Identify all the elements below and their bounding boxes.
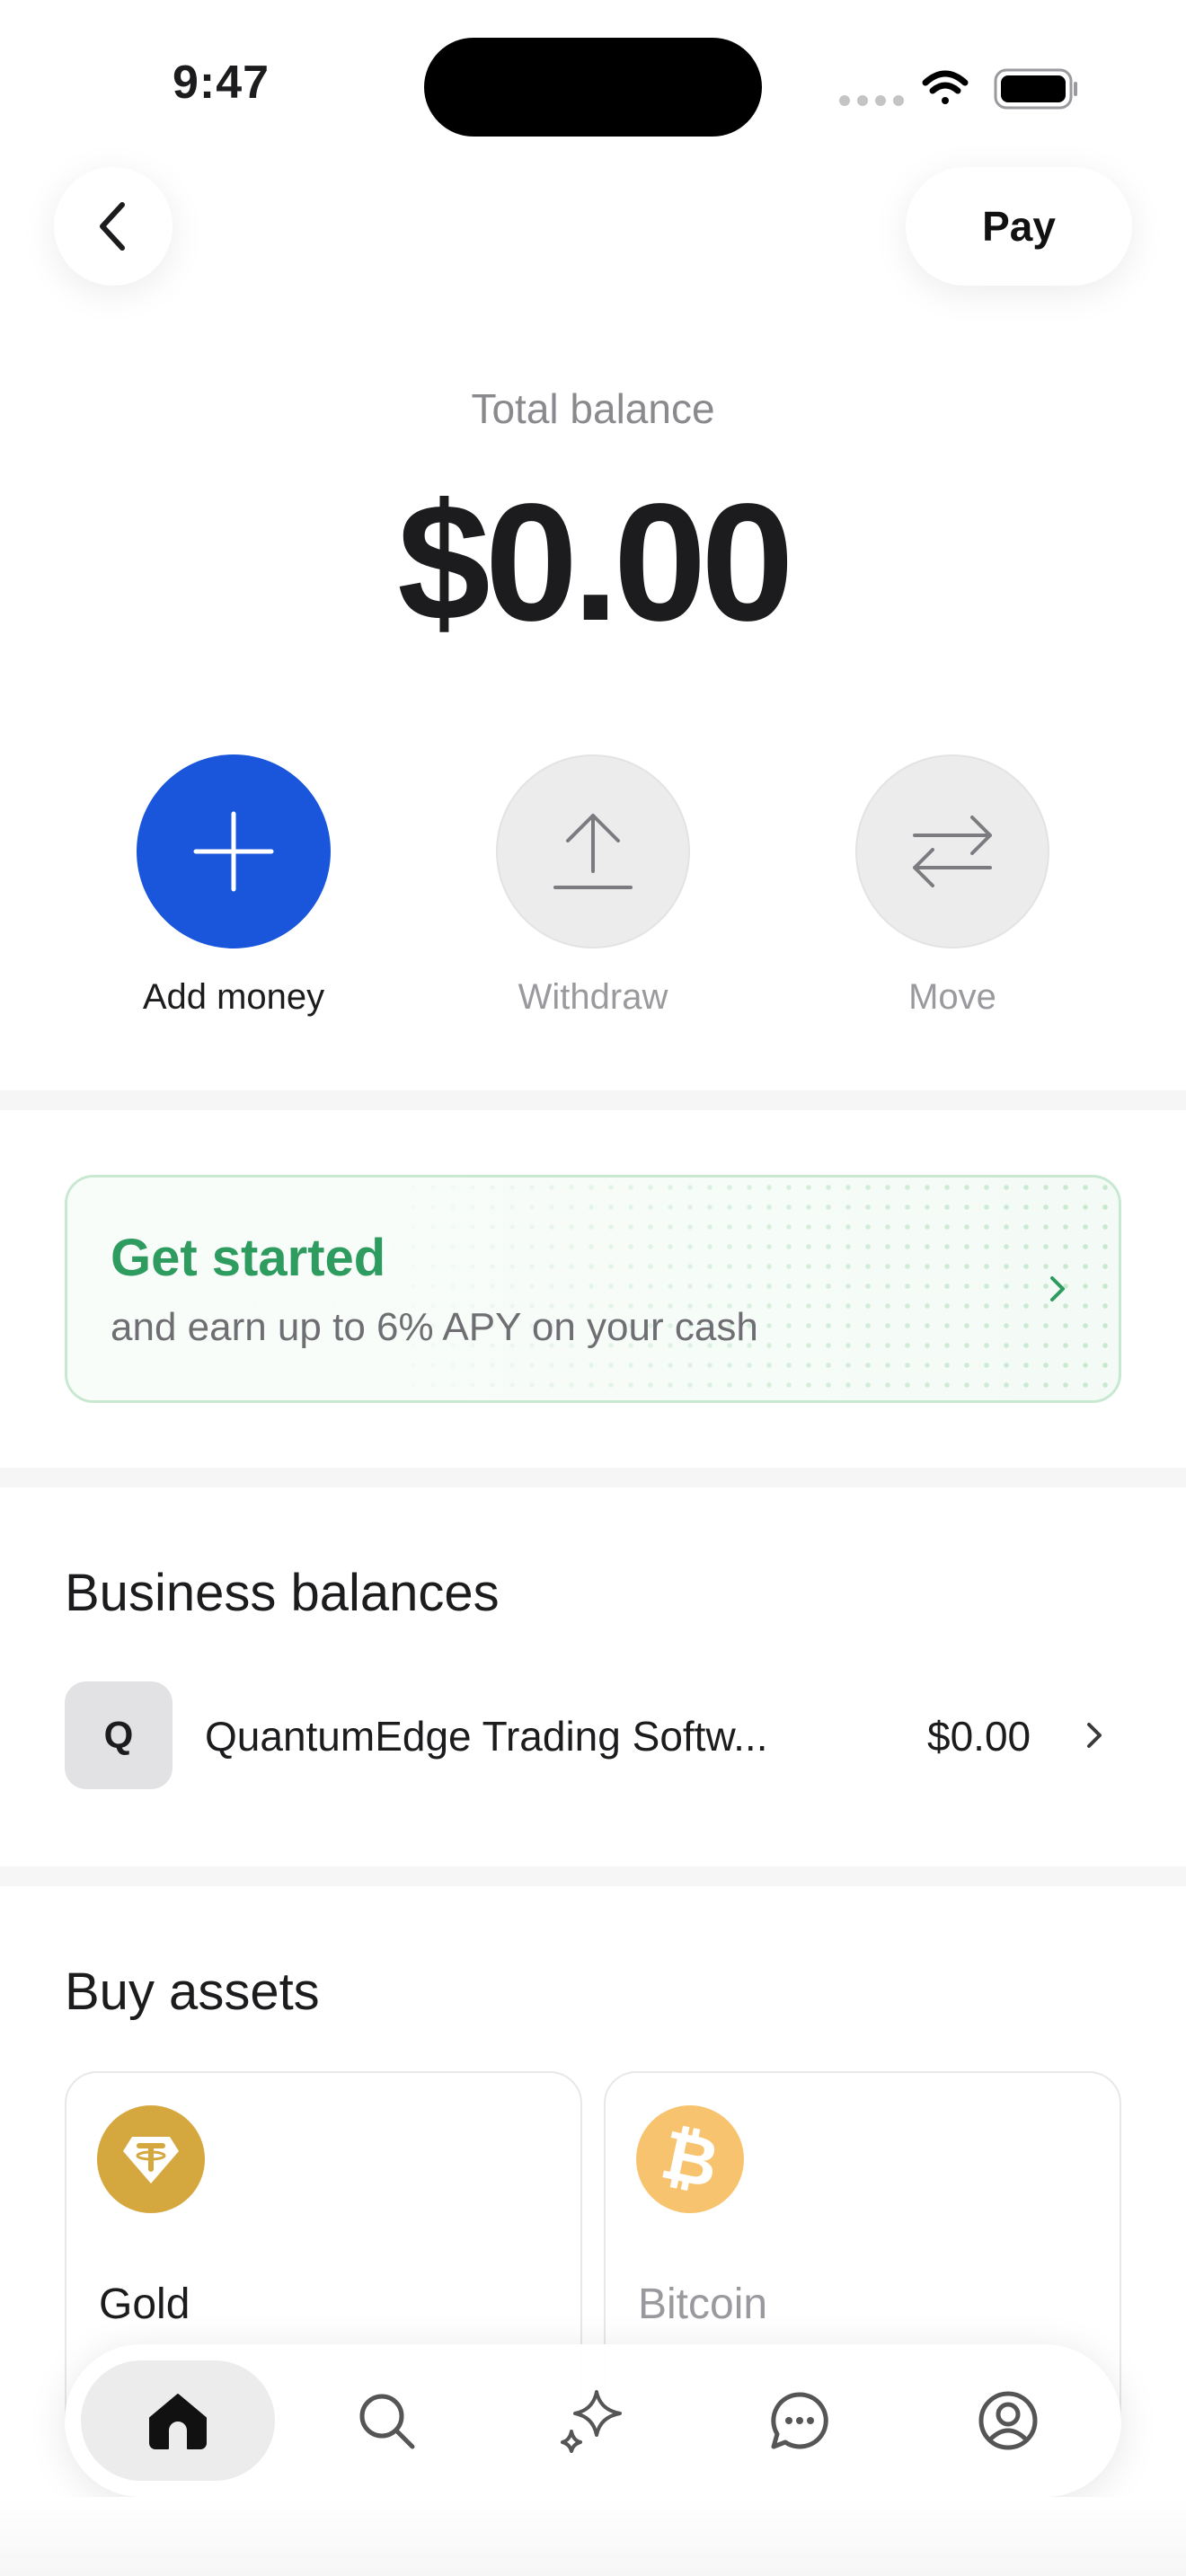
section-divider [0, 1468, 1186, 1487]
chevron-left-icon [100, 202, 125, 251]
balance-value: $0.00 [397, 470, 793, 656]
business-avatar: Q [65, 1681, 173, 1789]
pay-button[interactable]: Pay [906, 167, 1132, 286]
move-button[interactable]: Move [818, 754, 1087, 1018]
status-icons [836, 66, 1078, 111]
tab-search[interactable] [289, 2360, 483, 2481]
bitcoin-icon: ₿ [636, 2105, 744, 2213]
profile-icon [978, 2391, 1038, 2450]
chevron-right-icon [1050, 1276, 1065, 1301]
balance-label: Total balance [471, 385, 715, 432]
business-amount: $0.00 [927, 1713, 1031, 1760]
search-icon [359, 2394, 415, 2449]
bottom-fade [0, 2497, 1186, 2576]
promo-subtitle: and earn up to 6% APY on your cash [111, 1305, 758, 1349]
chevron-right-icon [1087, 1723, 1102, 1748]
tab-messages[interactable] [703, 2360, 897, 2481]
move-label: Move [908, 977, 996, 1017]
upload-arrow-icon [553, 814, 633, 889]
business-balances-title: Business balances [65, 1564, 500, 1622]
withdraw-button[interactable]: Withdraw [458, 754, 728, 1018]
add-money-label: Add money [142, 977, 325, 1017]
sparkle-icon [561, 2390, 622, 2453]
tab-home[interactable] [81, 2360, 275, 2481]
bottom-tab-bar [65, 2344, 1121, 2497]
withdraw-label: Withdraw [518, 977, 668, 1017]
tab-ai[interactable] [496, 2360, 690, 2481]
dynamic-island [424, 38, 762, 137]
section-divider [0, 1090, 1186, 1110]
asset-name: Gold [99, 2280, 190, 2328]
business-name: QuantumEdge Trading Softw... [205, 1713, 768, 1760]
withdraw-circle[interactable] [496, 754, 690, 948]
wifi-icon [922, 70, 969, 104]
asset-name: Bitcoin [638, 2280, 768, 2328]
add-money-circle[interactable] [137, 754, 331, 948]
business-balance-row[interactable]: Q QuantumEdge Trading Softw... $0.00 [65, 1681, 1121, 1789]
home-icon [149, 2394, 207, 2449]
plus-icon [193, 811, 274, 892]
add-money-button[interactable]: Add money [99, 754, 368, 1018]
get-started-banner[interactable]: Get started and earn up to 6% APY on you… [65, 1175, 1121, 1403]
back-button[interactable] [54, 167, 173, 286]
promo-title: Get started [111, 1229, 386, 1287]
chat-icon [771, 2392, 828, 2449]
tab-profile[interactable] [911, 2360, 1105, 2481]
wallet-screen: 9:47 Pay Total balance $0.00 Add money W… [0, 0, 1186, 2576]
buy-assets-title: Buy assets [65, 1963, 320, 2021]
status-time: 9:47 [173, 57, 270, 109]
transfer-arrows-icon [913, 816, 992, 887]
tether-gold-icon [97, 2105, 205, 2213]
move-circle[interactable] [855, 754, 1049, 948]
signal-icon [839, 95, 904, 106]
battery-icon [994, 68, 1077, 110]
section-divider [0, 1866, 1186, 1886]
